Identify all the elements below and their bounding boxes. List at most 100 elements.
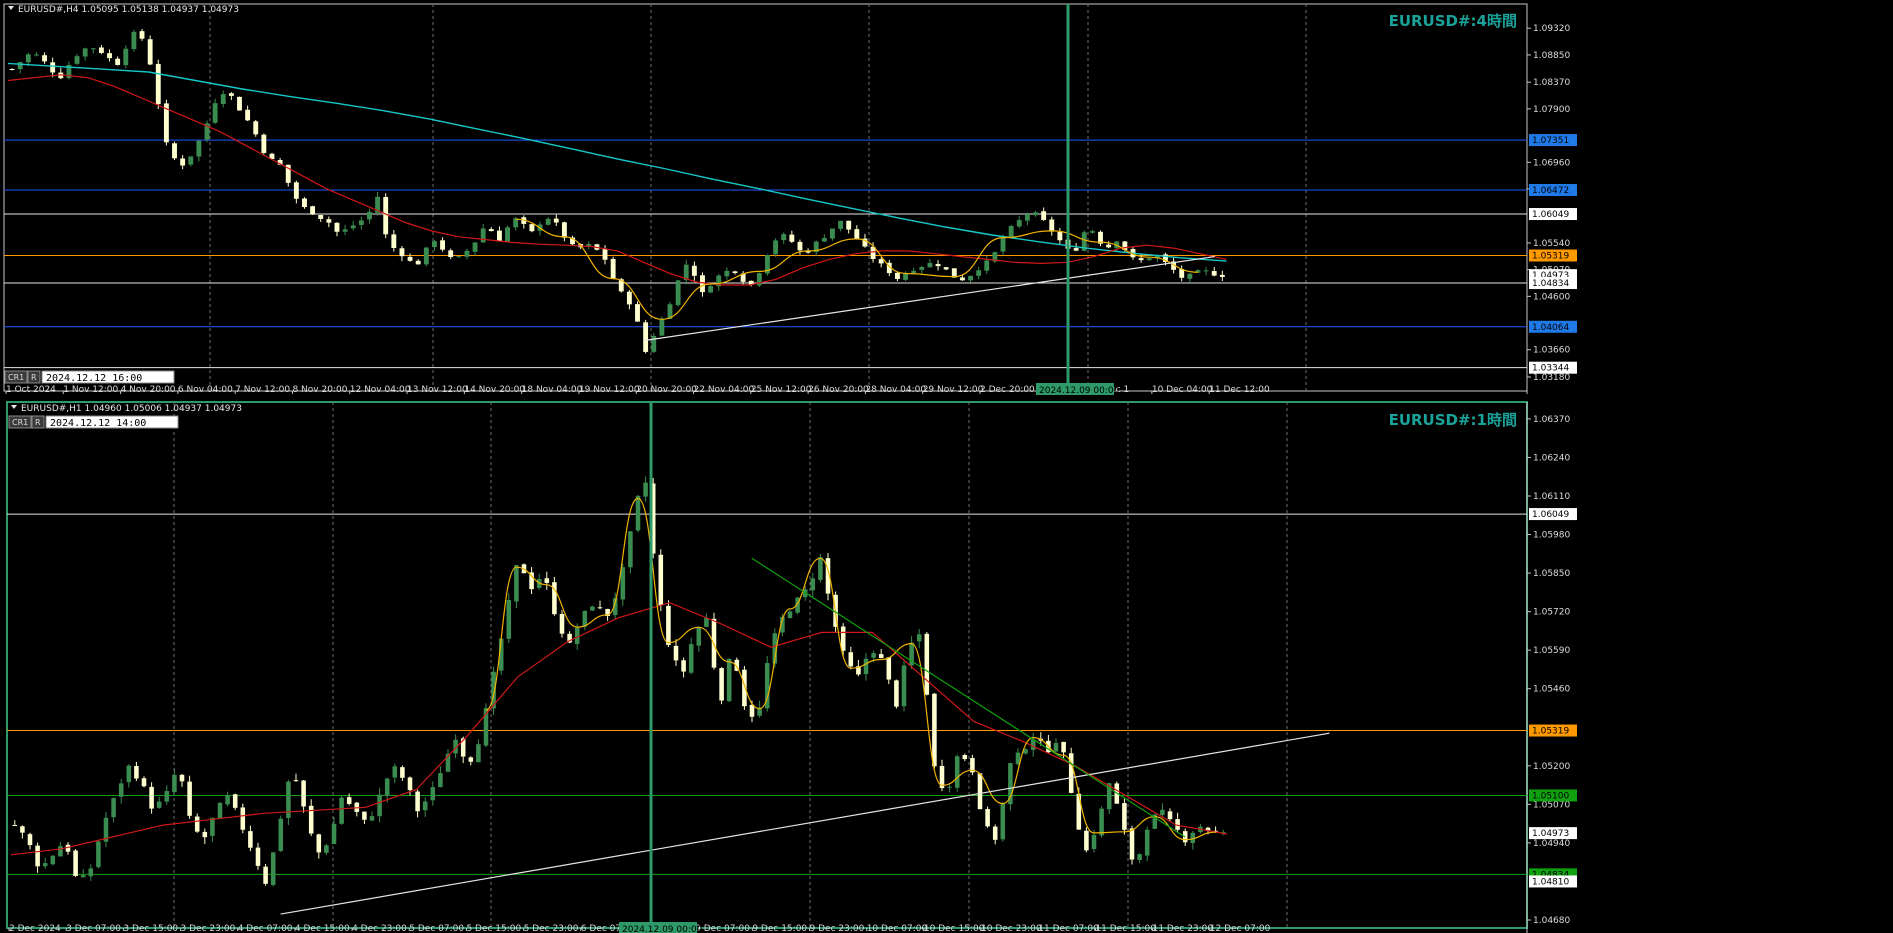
plot-frame xyxy=(3,3,1528,392)
candle-body xyxy=(118,783,124,797)
price-tick-label: 1.06960 xyxy=(1533,158,1570,168)
candle-body xyxy=(506,600,512,639)
candle-body xyxy=(164,791,170,802)
price-tick-label: 1.05850 xyxy=(1533,569,1570,579)
candle-body xyxy=(927,262,933,268)
price-tick-label: 1.03660 xyxy=(1533,346,1570,356)
candle-body xyxy=(139,31,145,39)
candle-body xyxy=(863,658,869,675)
h1-chart-panel[interactable]: 1.06370 1.06240 1.06110 1.05980 1.05850 1.057… xyxy=(6,401,1577,933)
price-tick-label: 1.07900 xyxy=(1533,105,1570,115)
candle-body xyxy=(270,852,276,885)
h4-chart-panel[interactable]: 1.09320 1.08850 1.08370 1.07900 1.06960 1.064… xyxy=(3,3,1577,396)
candle-body xyxy=(1061,741,1066,753)
candle-body xyxy=(88,868,94,877)
candle-body xyxy=(35,845,40,867)
candle-body xyxy=(818,557,823,580)
candle-body xyxy=(559,613,565,634)
time-axis-label: 3 Dec 15:00 xyxy=(123,924,178,933)
candle-body xyxy=(1000,237,1006,252)
r-label: R xyxy=(35,418,41,427)
time-axis-label: 2 Dec 2024 xyxy=(9,924,61,933)
candle-body xyxy=(789,234,795,242)
time-axis-label: 7 Nov 12:00 xyxy=(235,385,290,395)
trendline[interactable] xyxy=(643,255,1215,342)
candle-body xyxy=(878,259,884,264)
candle-body xyxy=(854,229,860,240)
candle-body xyxy=(464,250,470,257)
collapse-triangle-icon[interactable] xyxy=(11,405,17,409)
candles xyxy=(12,476,1226,887)
candle-body xyxy=(911,270,917,273)
candle-body xyxy=(350,225,356,229)
candle-body xyxy=(635,304,640,322)
time-axis-label: 20 Nov 20:00 xyxy=(636,385,697,395)
candle-body xyxy=(17,62,23,70)
time-axis-label: 10 Dec 15:00 xyxy=(924,924,985,933)
candle-body xyxy=(220,94,226,104)
candle-body xyxy=(924,633,930,695)
price-tick-label: 1.04680 xyxy=(1533,916,1570,926)
ma-short-line xyxy=(7,74,1227,286)
candle-body xyxy=(582,610,588,627)
candle-body xyxy=(1219,274,1225,277)
candle-body xyxy=(107,53,112,59)
candle-body xyxy=(115,58,121,65)
candle-body xyxy=(916,634,922,642)
trading-terminal[interactable]: 1.09320 1.08850 1.08370 1.07900 1.06960 1.064… xyxy=(0,0,1893,933)
candle-body xyxy=(326,219,332,223)
candle-body xyxy=(553,218,559,223)
time-axis-label: 5 Dec 07:00 xyxy=(409,924,464,933)
price-tick-label: 1.08850 xyxy=(1533,51,1570,61)
candle-body xyxy=(202,831,208,838)
time-axis-label: 9 Dec 07:00 xyxy=(695,924,750,933)
time-axis-label: 11 Dec 07:00 xyxy=(1038,924,1099,933)
candle-body xyxy=(210,817,215,836)
candle-body xyxy=(456,256,462,258)
price-tick-label: 1.04940 xyxy=(1533,839,1570,849)
price-tag-label: 1.04810 xyxy=(1532,877,1569,887)
candle-body xyxy=(12,825,18,827)
time-axis-label: 14 Nov 20:00 xyxy=(464,385,525,395)
collapse-triangle-icon[interactable] xyxy=(8,6,14,10)
price-tick-label: 1.05070 xyxy=(1533,800,1570,810)
price-tick-label: 1.05460 xyxy=(1533,685,1570,695)
time-axis-label: 28 Nov 04:00 xyxy=(865,385,926,395)
candle-body xyxy=(1144,829,1150,856)
candle-body xyxy=(155,63,161,105)
candle-body xyxy=(932,693,937,767)
candle-body xyxy=(1203,270,1209,272)
candle-body xyxy=(505,227,510,242)
candle-body xyxy=(544,578,550,583)
time-axis-label: 10 Dec 23:00 xyxy=(981,924,1042,933)
candle-body xyxy=(383,197,389,235)
price-tick-label: 1.05980 xyxy=(1533,531,1570,541)
candle-body xyxy=(1049,219,1055,232)
candle-body xyxy=(1106,244,1112,248)
candle-body xyxy=(301,780,306,807)
candle-body xyxy=(147,39,153,65)
candle-body xyxy=(362,811,367,820)
time-axis-label: 22 Nov 04:00 xyxy=(694,385,755,395)
trendline-up[interactable] xyxy=(280,732,1330,915)
time-axis-label: 8 Nov 20:00 xyxy=(292,385,347,395)
candle-body xyxy=(126,765,132,783)
price-tag-label: 1.06472 xyxy=(1532,186,1569,196)
candle-body xyxy=(597,607,603,609)
candle-body xyxy=(240,807,246,830)
time-axis-label: 18 Nov 04:00 xyxy=(522,385,583,395)
time-axis-label: 19 Nov 12:00 xyxy=(579,385,640,395)
candle-body xyxy=(545,218,551,225)
candle-body xyxy=(708,286,714,293)
candle-body xyxy=(919,267,925,270)
crosshair-controls[interactable]: CR1 R 2024.12.12 14:00 xyxy=(8,415,179,429)
crosshair-controls[interactable]: CR1 R 2024.12.12 16:00 xyxy=(4,370,175,384)
panel-title: EURUSD#:1時間 xyxy=(1389,411,1517,429)
candle-body xyxy=(985,809,990,827)
candle-body xyxy=(1091,834,1097,850)
time-axis-label: 10 Dec 04:00 xyxy=(1152,385,1213,395)
time-axis-label: 10 Dec 07:00 xyxy=(867,924,928,933)
candle-body xyxy=(673,645,679,661)
candle-body xyxy=(886,657,892,680)
time-axis-label: 1 Oct 2024 xyxy=(6,385,56,395)
